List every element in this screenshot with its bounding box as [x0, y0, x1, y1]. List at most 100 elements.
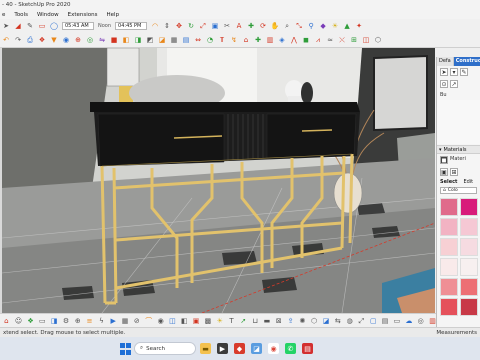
camera-icon[interactable]: ◉ — [62, 36, 70, 44]
component-icon[interactable]: ❖ — [38, 36, 46, 44]
swatch[interactable] — [440, 278, 458, 296]
axes-icon[interactable]: ✚ — [247, 22, 255, 30]
protractor-icon[interactable]: ◔ — [206, 36, 214, 44]
section-icon[interactable]: ◆ — [319, 22, 327, 30]
swatch[interactable] — [460, 218, 478, 236]
materials-header[interactable]: ▾ Materials — [437, 145, 480, 154]
zoom-icon[interactable]: ⌕ — [283, 22, 291, 30]
share-icon[interactable]: ⇆ — [334, 317, 341, 325]
menu-tools[interactable]: Tools — [14, 12, 28, 18]
shadow-icon[interactable]: ☀ — [331, 22, 339, 30]
3d-text-icon[interactable]: 𝐓 — [218, 36, 226, 44]
paper-icon[interactable]: ▤ — [382, 317, 389, 325]
tape-icon[interactable]: ✂ — [223, 22, 231, 30]
subtract-icon[interactable]: ◩ — [146, 36, 154, 44]
select-icon[interactable]: ➤ — [2, 22, 10, 30]
sketchup-app-icon[interactable]: ◆ — [234, 343, 245, 354]
eraser-icon[interactable]: ◢ — [14, 22, 22, 30]
menu-help[interactable]: Help — [107, 12, 120, 18]
layout-icon[interactable]: ▥ — [266, 36, 274, 44]
warehouse-icon[interactable]: ⌂ — [3, 317, 10, 325]
tab-select[interactable]: Select — [440, 179, 457, 185]
union-icon[interactable]: ◨ — [134, 36, 142, 44]
tab-default[interactable]: Defa — [437, 57, 454, 66]
flip-icon[interactable]: ⤢ — [358, 317, 365, 325]
menu-window[interactable]: Window — [37, 12, 59, 18]
layers-icon[interactable]: ≡ — [86, 317, 93, 325]
swatch[interactable] — [440, 198, 458, 216]
cube-icon[interactable]: ◧ — [181, 317, 188, 325]
swatch[interactable] — [460, 238, 478, 256]
bolt-icon[interactable]: ϟ — [98, 317, 105, 325]
ruler-icon[interactable]: ▭ — [394, 317, 401, 325]
sections-icon[interactable]: ◨ — [51, 317, 58, 325]
chrome-app-icon[interactable]: ◉ — [268, 343, 279, 354]
material-icon[interactable]: ◍ — [346, 317, 353, 325]
photo-icon[interactable]: ◪ — [323, 317, 330, 325]
move-icon[interactable]: ✥ — [175, 22, 183, 30]
push-pull-icon[interactable]: ⇕ — [163, 22, 171, 30]
swatch[interactable] — [440, 258, 458, 276]
fog-icon[interactable]: ▲ — [343, 22, 351, 30]
components-icon[interactable]: ❖ — [27, 317, 34, 325]
split-icon[interactable]: ▦ — [170, 36, 178, 44]
camera-icon[interactable]: ◉ — [157, 317, 164, 325]
print-icon[interactable]: ⎙ — [26, 36, 34, 44]
solid-tools-icon[interactable]: ■ — [110, 36, 118, 44]
cart-icon[interactable]: ⊔ — [252, 317, 259, 325]
display-icon[interactable]: ▣ — [440, 168, 448, 176]
redo-icon[interactable]: ↷ — [14, 36, 22, 44]
grid-icon[interactable]: ▦ — [122, 317, 129, 325]
tag-icon[interactable]: ⬡ — [311, 317, 318, 325]
menu-extensions[interactable]: Extensions — [68, 12, 98, 18]
user-icon[interactable]: ☺ — [15, 317, 22, 325]
pencil-icon[interactable]: ✎ — [26, 22, 34, 30]
drape-icon[interactable]: ⩘ — [314, 36, 322, 44]
dimension-icon[interactable]: ⇔ — [194, 36, 202, 44]
swatch[interactable] — [460, 258, 478, 276]
orbit-icon[interactable]: ⟳ — [259, 22, 267, 30]
scene-icon[interactable]: ◫ — [362, 36, 370, 44]
text-icon[interactable]: A — [235, 22, 243, 30]
paint-bucket-icon[interactable]: ▾ — [450, 68, 458, 76]
flip-edge-icon[interactable]: ⤬ — [338, 36, 346, 44]
rotate-icon[interactable]: ↻ — [187, 22, 195, 30]
flip-icon[interactable]: ⇋ — [98, 36, 106, 44]
outer-shell-icon[interactable]: ▤ — [182, 36, 190, 44]
whatsapp-app-icon[interactable]: ✆ — [285, 343, 296, 354]
arc-icon[interactable]: ◠ — [151, 22, 159, 30]
photo-app-icon[interactable]: ◪ — [251, 343, 262, 354]
arrow-icon[interactable]: ➚ — [240, 317, 247, 325]
material-library-dropdown[interactable]: ⌂ Colo — [440, 187, 477, 194]
sandbox-from-contours-icon[interactable]: ⋀ — [290, 36, 298, 44]
media-app-icon[interactable]: ▶ — [217, 343, 228, 354]
windows-start-icon[interactable] — [120, 343, 132, 355]
pan-icon[interactable]: ✋ — [271, 22, 280, 30]
walk-icon[interactable]: ⚲ — [307, 22, 315, 30]
save-icon[interactable]: ▬ — [264, 317, 271, 325]
camera-2-icon[interactable]: ◎ — [417, 317, 424, 325]
look-around-icon[interactable]: ◎ — [86, 36, 94, 44]
pdf-app-icon[interactable]: ▤ — [302, 343, 313, 354]
pin-icon[interactable]: ⊙ — [440, 80, 448, 88]
swatch[interactable] — [440, 218, 458, 236]
tab-edit[interactable]: Edit — [463, 179, 473, 185]
stamp-icon[interactable]: ◼ — [302, 36, 310, 44]
export-icon[interactable]: ⇪ — [287, 317, 294, 325]
smoove-icon[interactable]: ≈ — [326, 36, 334, 44]
paint-icon[interactable]: ▼ — [50, 36, 58, 44]
zoom-extents-icon[interactable]: ⤡ — [295, 22, 303, 30]
explorer-app-icon[interactable]: ▬ — [200, 343, 211, 354]
rectangle-icon[interactable]: ▭ — [38, 22, 46, 30]
cloud-icon[interactable]: ☁ — [405, 317, 412, 325]
sunrise-time-field[interactable]: 05:43 AM — [62, 21, 94, 30]
position-camera-icon[interactable]: ⊕ — [74, 36, 82, 44]
model-viewport[interactable] — [2, 48, 435, 313]
menu-edit[interactable]: e — [2, 12, 5, 18]
style-icon[interactable]: ◈ — [278, 36, 286, 44]
swatch[interactable] — [460, 278, 478, 296]
circle-icon[interactable]: ◯ — [50, 22, 58, 30]
render-icon[interactable]: ✺ — [299, 317, 306, 325]
swatch[interactable] — [440, 298, 458, 316]
offset-icon[interactable]: ▣ — [211, 22, 219, 30]
